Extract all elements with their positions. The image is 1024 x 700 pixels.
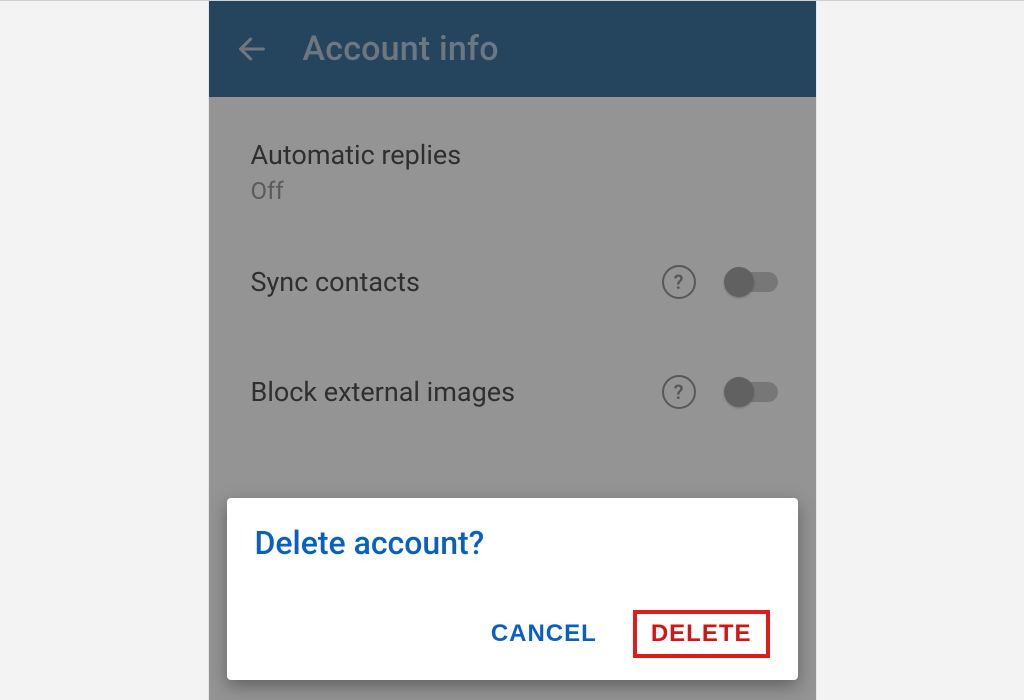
dialog-title: Delete account? xyxy=(255,524,770,562)
dialog-container: Delete account? CANCEL DELETE xyxy=(227,498,798,680)
cancel-button[interactable]: CANCEL xyxy=(479,612,609,656)
device-frame: Account info Automatic replies Off Sync … xyxy=(208,1,817,700)
delete-account-dialog: Delete account? CANCEL DELETE xyxy=(227,498,798,680)
dialog-actions: CANCEL DELETE xyxy=(255,610,770,658)
delete-button[interactable]: DELETE xyxy=(633,610,770,658)
